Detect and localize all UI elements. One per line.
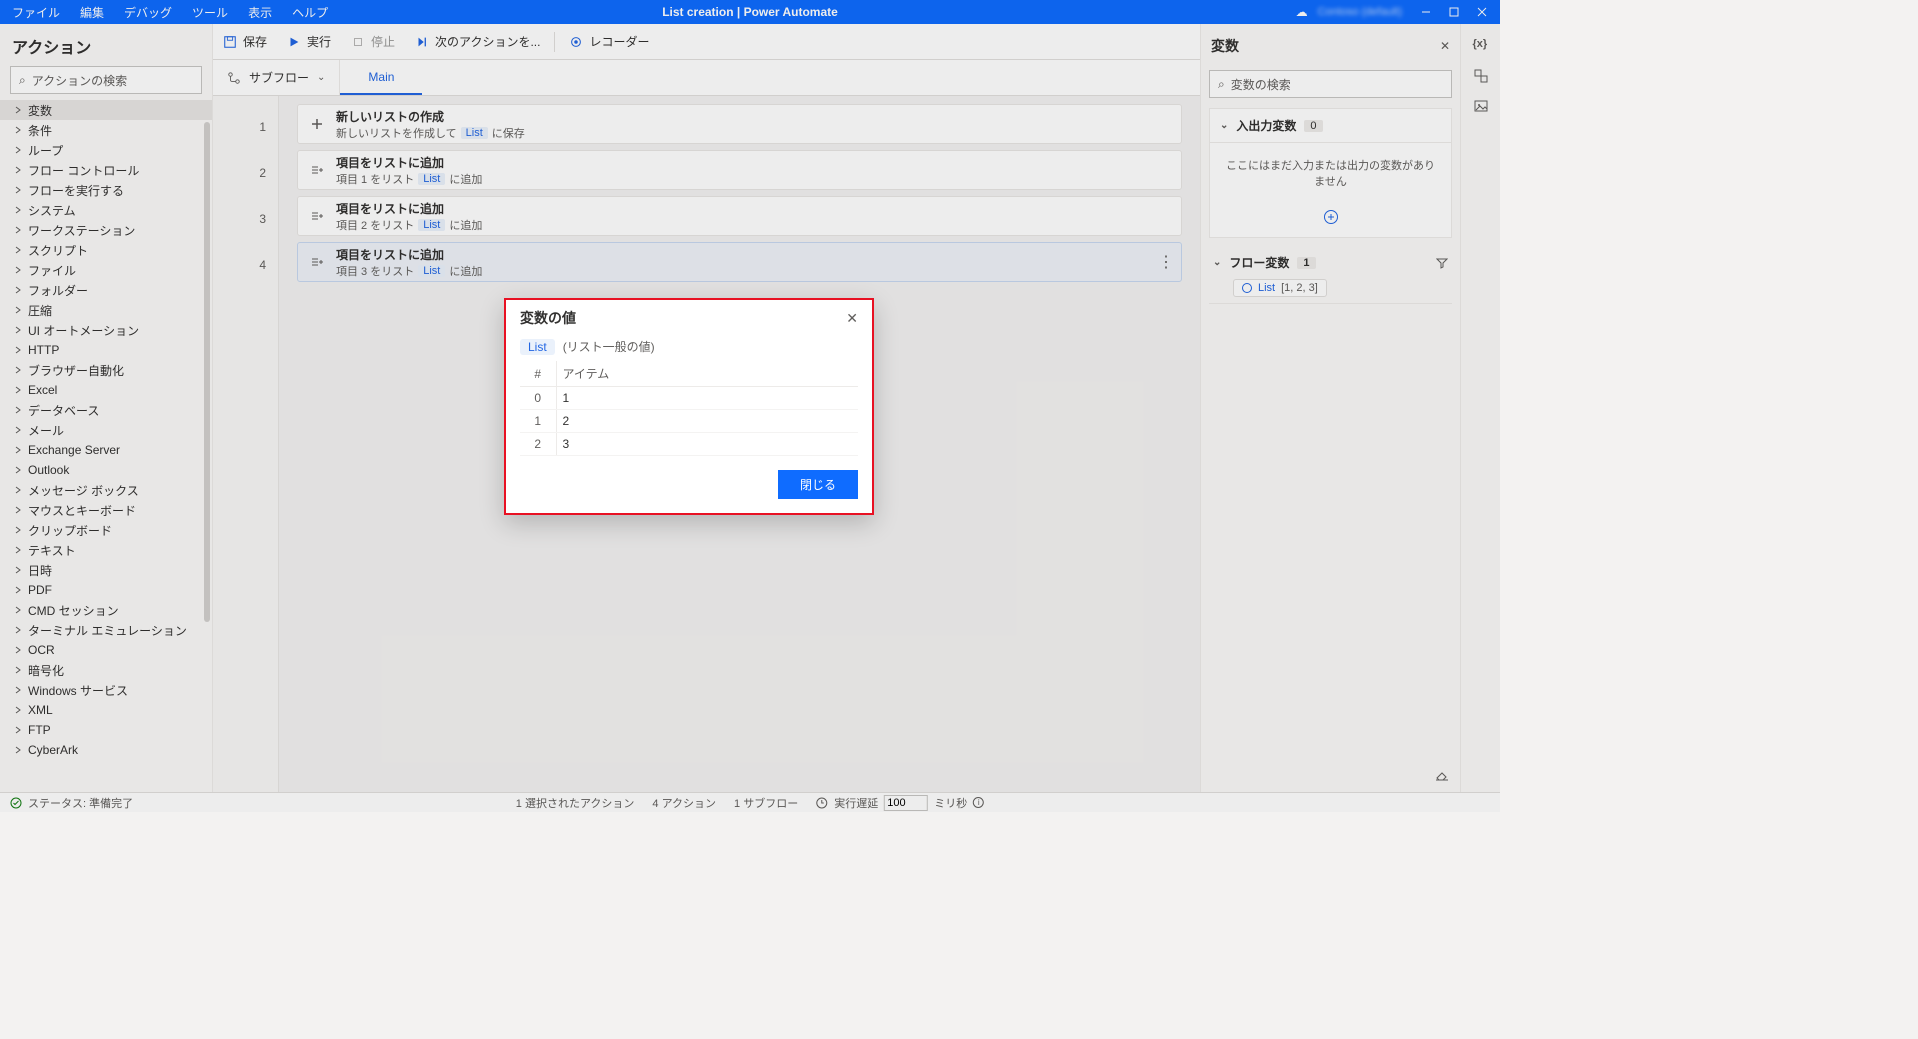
dialog-close-button[interactable]: ✕ [846,310,858,327]
dialog-title: 変数の値 [520,308,576,328]
table-row[interactable]: 23 [520,433,858,456]
row-value: 1 [556,387,858,410]
dialog-table: # アイテム 011223 [520,361,858,456]
row-index: 0 [520,387,556,410]
row-index: 1 [520,410,556,433]
col-item: アイテム [556,361,858,387]
row-value: 3 [556,433,858,456]
variable-value-dialog: 変数の値 ✕ List (リスト一般の値) # アイテム 011223 閉じる [504,298,874,515]
table-row[interactable]: 01 [520,387,858,410]
dialog-var-type: (リスト一般の値) [563,338,655,355]
table-row[interactable]: 12 [520,410,858,433]
dialog-var-name: List [520,339,555,355]
dialog-close-primary-button[interactable]: 閉じる [778,470,858,499]
col-index: # [520,361,556,387]
row-index: 2 [520,433,556,456]
row-value: 2 [556,410,858,433]
